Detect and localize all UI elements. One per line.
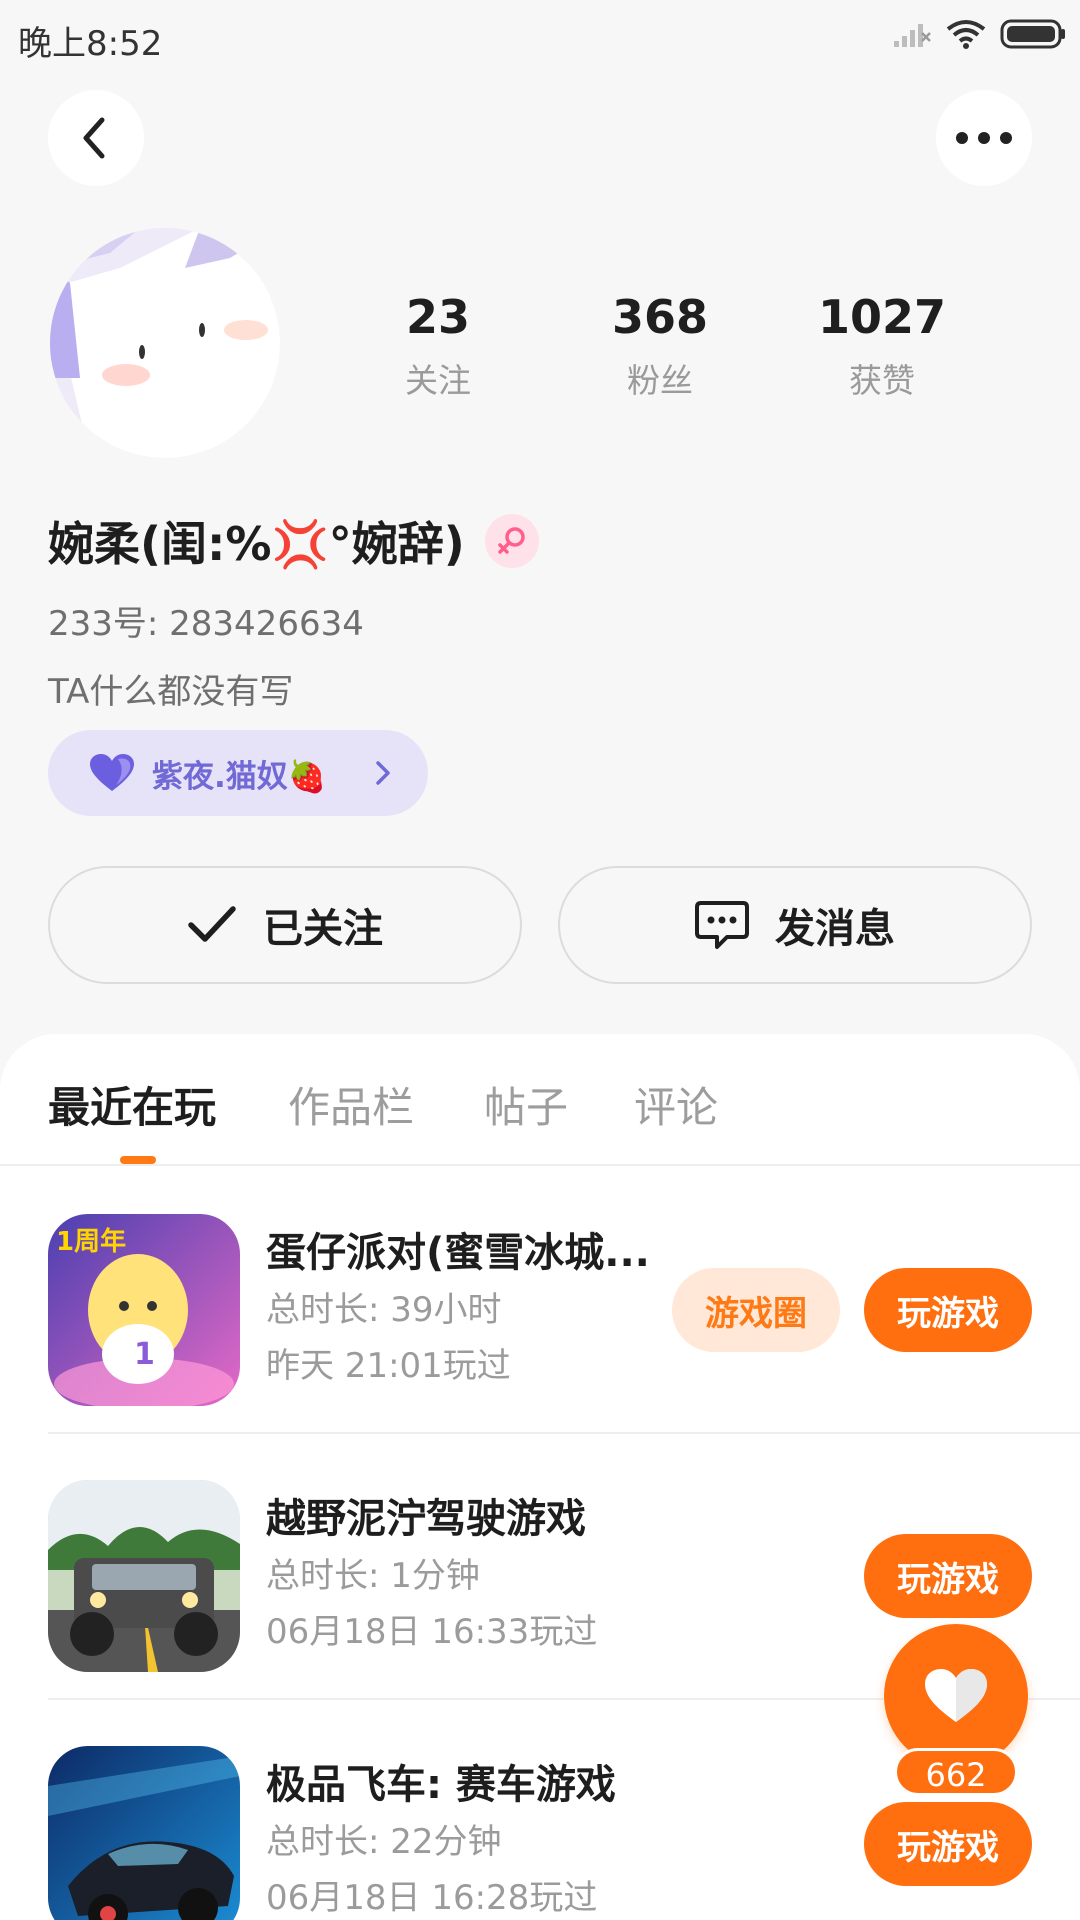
follow-label: 已关注 [263,906,383,952]
game-icon: 1 1周年 [48,1214,240,1406]
stat-followers[interactable]: 368 粉丝 [560,290,760,402]
game-icon [48,1746,240,1920]
wifi-icon [946,20,986,49]
status-time: 晚上8:52 [18,24,163,64]
chat-bubble-icon [695,901,749,949]
gender-badge [484,514,539,568]
follow-button[interactable]: 已关注 [48,866,522,984]
signal-icon [894,24,931,47]
status-icons [892,18,1066,50]
ellipsis-icon [956,132,1012,144]
eggy-party-icon: 1 1周年 [48,1214,240,1406]
like-count: 662 [894,1748,1018,1796]
game-row[interactable]: 1 1周年 蛋仔派对(蜜雪冰城... 总时长: 39小时 昨天 21:01玩过 … [0,1168,1080,1434]
tab-works[interactable]: 作品栏 [288,1074,414,1135]
play-game-button[interactable]: 玩游戏 [864,1268,1032,1352]
cat-avatar-image [50,228,280,458]
game-title: 越野泥泞驾驶游戏 [266,1496,586,1542]
stat-label: 粉丝 [627,361,693,400]
message-button[interactable]: 发消息 [558,866,1032,984]
more-button[interactable] [936,90,1032,186]
chevron-right-icon [376,761,390,785]
svg-text:1: 1 [134,1337,155,1372]
chevron-left-icon [83,117,105,159]
game-circle-button[interactable]: 游戏圈 [672,1268,840,1352]
tab-indicator [120,1156,156,1164]
offroad-jeep-icon [48,1480,240,1672]
status-bar: 晚上8:52 [0,0,1080,74]
tab-posts[interactable]: 帖子 [484,1074,568,1135]
avatar[interactable] [50,228,280,458]
profile-screen: 晚上8:52 23 关注 368 粉丝 1027 获赞 婉柔(闺:%💢°婉辞) … [0,0,1080,1920]
stat-value: 23 [405,290,470,344]
game-last-played: 06月18日 16:33玩过 [266,1612,598,1652]
tab-comments[interactable]: 评论 [634,1074,718,1135]
female-icon [498,527,525,554]
username-row: 婉柔(闺:%💢°婉辞) [48,508,539,574]
heart-icon [90,754,134,791]
racing-car-icon [48,1746,240,1920]
game-icon [48,1480,240,1672]
battery-icon [1000,19,1065,49]
stat-value: 1027 [817,290,947,344]
svg-text:1周年: 1周年 [56,1226,126,1257]
account-id: 233号: 283426634 [48,604,364,644]
check-icon [188,906,236,942]
game-duration: 总时长: 39小时 [266,1290,502,1330]
game-duration: 总时长: 1分钟 [266,1556,480,1596]
game-title: 蛋仔派对(蜜雪冰城... [266,1230,650,1276]
like-button[interactable] [884,1624,1028,1768]
club-label: 紫夜.猫奴🍓 [152,758,327,795]
stat-value: 368 [611,290,709,344]
game-title: 极品飞车: 赛车游戏 [266,1762,616,1808]
stat-likes[interactable]: 1027 获赞 [782,290,982,402]
club-chip[interactable]: 紫夜.猫奴🍓 [48,730,428,816]
bio: TA什么都没有写 [48,672,294,712]
back-button[interactable] [48,90,144,186]
play-game-button[interactable]: 玩游戏 [864,1534,1032,1618]
game-duration: 总时长: 22分钟 [266,1822,502,1862]
tab-bar: 最近在玩 作品栏 帖子 评论 [0,1034,1080,1166]
heart-icon [925,1669,987,1722]
message-label: 发消息 [775,906,895,952]
stat-label: 获赞 [849,361,915,400]
stat-label: 关注 [405,361,471,400]
stat-following[interactable]: 23 关注 [338,290,538,402]
tab-recently-played[interactable]: 最近在玩 [48,1074,216,1135]
username: 婉柔(闺:%💢°婉辞) [48,517,465,571]
game-last-played: 06月18日 16:28玩过 [266,1878,598,1918]
game-last-played: 昨天 21:01玩过 [266,1346,511,1386]
play-game-button[interactable]: 玩游戏 [864,1802,1032,1886]
